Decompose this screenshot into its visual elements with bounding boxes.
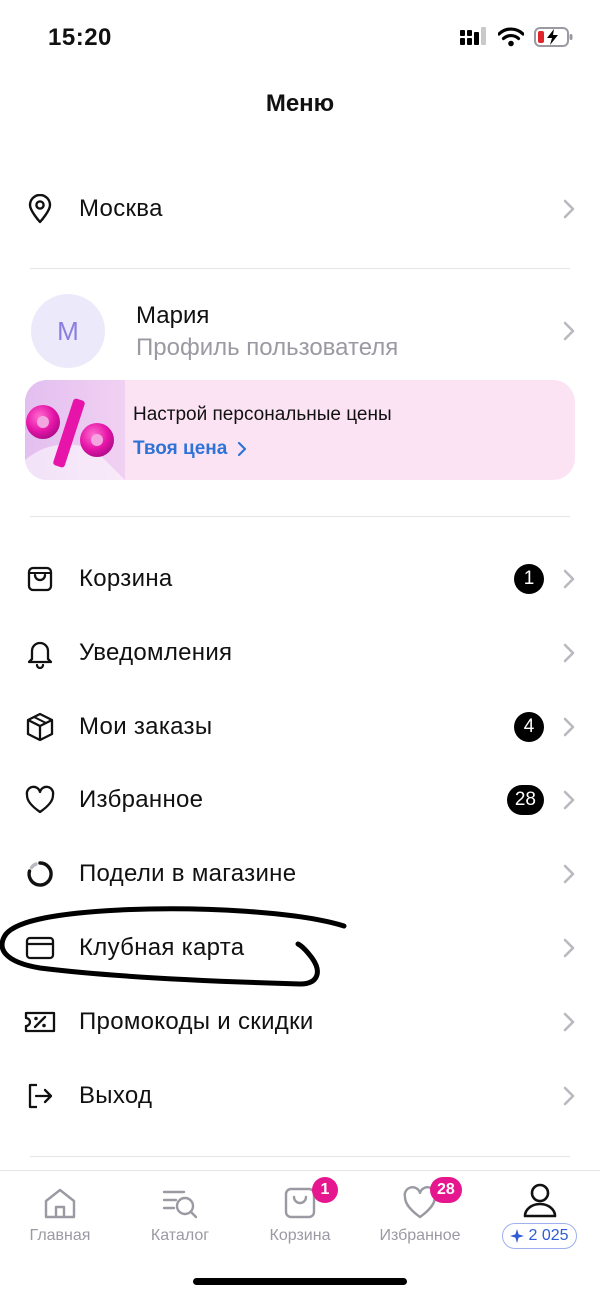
chevron-right-icon <box>563 717 575 737</box>
menu-item-logout[interactable]: Выход <box>0 1064 600 1128</box>
chevron-right-icon <box>563 569 575 589</box>
tab-label: Корзина <box>269 1227 331 1244</box>
tab-home[interactable]: Главная <box>0 1171 120 1261</box>
cellular-signal-icon <box>460 27 486 45</box>
chevron-right-icon <box>563 321 575 341</box>
menu-item-label: Выход <box>79 1082 153 1109</box>
tab-label: Каталог <box>150 1227 210 1244</box>
bonus-points-badge[interactable]: 2 025 <box>502 1223 577 1249</box>
percent-art <box>25 380 125 480</box>
profile-name: Мария <box>136 302 210 329</box>
sparkle-icon <box>510 1229 525 1243</box>
promo-title: Настрой персональные цены <box>133 404 392 425</box>
status-bar: 15:20 <box>0 0 600 76</box>
menu-item-label: Корзина <box>79 565 173 592</box>
menu-item-split-pay[interactable]: Подели в магазине <box>0 842 600 906</box>
divider <box>30 268 570 269</box>
logout-icon <box>24 1080 56 1112</box>
chevron-right-icon <box>563 864 575 884</box>
chevron-right-icon <box>563 643 575 663</box>
page-title: Меню <box>265 90 335 117</box>
chevron-right-icon <box>563 199 575 219</box>
tab-catalog[interactable]: Каталог <box>120 1171 240 1261</box>
home-icon <box>44 1188 76 1219</box>
tab-favorites[interactable]: 28 Избранное <box>360 1171 480 1261</box>
menu-item-notifications[interactable]: Уведомления <box>0 621 600 685</box>
tab-count-badge: 1 <box>312 1177 338 1203</box>
battery-charging-icon <box>534 27 573 47</box>
divider <box>30 1156 570 1157</box>
box-icon <box>24 711 56 743</box>
chevron-right-icon <box>238 441 247 457</box>
bonus-points-value: 2 025 <box>528 1227 569 1244</box>
tab-count-badge: 28 <box>430 1177 462 1203</box>
chevron-right-icon <box>563 790 575 810</box>
status-time: 15:20 <box>48 24 112 51</box>
menu-item-promocodes[interactable]: Промокоды и скидки <box>0 990 600 1054</box>
count-badge: 28 <box>506 785 544 815</box>
count-badge: 4 <box>514 712 544 742</box>
divider <box>30 516 570 517</box>
profile-subtitle: Профиль пользователя <box>136 334 399 361</box>
promo-link[interactable]: Твоя цена <box>133 438 247 460</box>
menu-item-label: Промокоды и скидки <box>79 1008 314 1035</box>
chevron-right-icon <box>563 1086 575 1106</box>
menu-item-club-card[interactable]: Клубная карта <box>0 916 600 980</box>
wifi-icon <box>498 27 524 47</box>
chevron-right-icon <box>563 1012 575 1032</box>
tab-cart[interactable]: 1 Корзина <box>240 1171 360 1261</box>
profile-row[interactable]: М Мария Профиль пользователя <box>0 292 600 368</box>
promo-ticket-icon <box>24 1006 56 1038</box>
location-row[interactable]: Москва <box>0 177 600 241</box>
status-icons <box>460 26 574 48</box>
menu-item-label: Мои заказы <box>79 713 213 740</box>
location-label: Москва <box>79 195 163 222</box>
home-indicator <box>193 1278 407 1285</box>
chevron-right-icon <box>563 938 575 958</box>
heart-icon <box>24 784 56 816</box>
menu-item-cart[interactable]: Корзина 1 <box>0 547 600 611</box>
promo-link-label: Твоя цена <box>133 438 228 459</box>
menu-item-label: Избранное <box>79 786 204 813</box>
catalog-search-icon <box>162 1190 198 1219</box>
menu-item-label: Клубная карта <box>79 934 245 961</box>
tab-label: Главная <box>29 1227 91 1244</box>
count-badge: 1 <box>514 564 544 594</box>
menu-item-label: Подели в магазине <box>79 860 297 887</box>
menu-item-orders[interactable]: Мои заказы 4 <box>0 695 600 759</box>
split-circle-icon <box>24 858 56 890</box>
avatar: М <box>31 294 105 368</box>
menu-item-favorites[interactable]: Избранное 28 <box>0 768 600 832</box>
location-pin-icon <box>24 193 56 225</box>
card-icon <box>24 932 56 964</box>
personal-prices-banner[interactable]: Настрой персональные цены Твоя цена <box>25 380 575 480</box>
bell-icon <box>24 637 56 669</box>
tab-label: Избранное <box>379 1227 461 1244</box>
profile-icon <box>523 1183 557 1218</box>
cart-bag-icon <box>24 563 56 595</box>
menu-item-label: Уведомления <box>79 639 233 666</box>
